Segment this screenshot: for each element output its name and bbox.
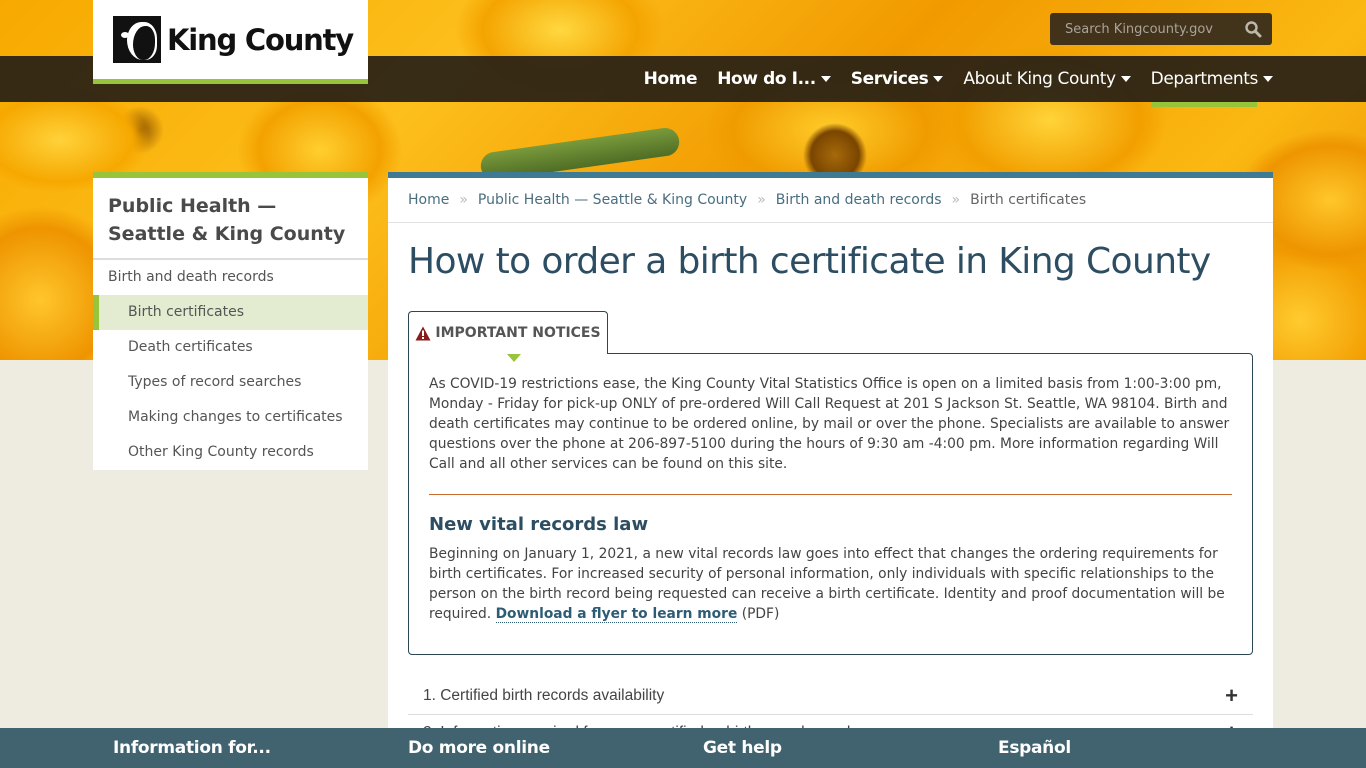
- tab-pointer-icon: [507, 354, 521, 362]
- breadcrumb-home[interactable]: Home: [408, 192, 449, 208]
- warning-icon: [415, 326, 431, 340]
- plus-icon: +: [1225, 683, 1238, 708]
- tab-important-notices[interactable]: IMPORTANT NOTICES: [408, 311, 608, 362]
- sidebar-item-making-changes[interactable]: Making changes to certificates: [93, 400, 368, 435]
- logo-text: King County: [167, 22, 354, 57]
- mlk-logo-icon: [113, 16, 161, 63]
- footer-information-for[interactable]: Information for...: [113, 738, 271, 758]
- notice-panel: As COVID-19 restrictions ease, the King …: [408, 353, 1253, 655]
- footer-do-more-online[interactable]: Do more online: [408, 738, 550, 758]
- breadcrumb-birth-and-death-records[interactable]: Birth and death records: [776, 192, 942, 208]
- breadcrumb-public-health[interactable]: Public Health — Seattle & King County: [478, 192, 747, 208]
- nav-how-do-i-label: How do I...: [717, 69, 816, 89]
- pdf-label: (PDF): [737, 606, 780, 622]
- caret-down-icon: [933, 76, 944, 82]
- chevron-double-right-icon: »: [459, 192, 468, 208]
- sidebar-item-birth-certificates[interactable]: Birth certificates: [93, 295, 368, 330]
- notice-divider: [429, 494, 1232, 495]
- chevron-double-right-icon: »: [951, 192, 961, 208]
- nav-services[interactable]: Services: [841, 56, 954, 102]
- search-icon[interactable]: [1244, 20, 1262, 38]
- accordion-label: 1. Certified birth records availability: [423, 687, 665, 704]
- caret-down-icon: [1263, 76, 1273, 82]
- nav-services-label: Services: [850, 69, 929, 89]
- breadcrumb: Home » Public Health — Seattle & King Co…: [388, 178, 1273, 223]
- chevron-double-right-icon: »: [757, 192, 766, 208]
- breadcrumb-current: Birth certificates: [970, 192, 1087, 208]
- caret-down-icon: [820, 76, 831, 82]
- caret-down-icon: [1120, 76, 1131, 82]
- sidebar-item-birth-and-death-records[interactable]: Birth and death records: [93, 260, 368, 295]
- accordion-item-certified-availability[interactable]: 1. Certified birth records availability …: [408, 678, 1253, 715]
- law-paragraph: Beginning on January 1, 2021, a new vita…: [429, 544, 1232, 624]
- footer-get-help[interactable]: Get help: [703, 738, 782, 758]
- footer-espanol[interactable]: Español: [998, 738, 1071, 758]
- notice-tab-label: IMPORTANT NOTICES: [435, 325, 601, 341]
- sidebar: Public Health — Seattle & King County Bi…: [93, 172, 368, 470]
- sidebar-item-death-certificates[interactable]: Death certificates: [93, 330, 368, 365]
- footer-bar: Information for... Do more online Get he…: [0, 728, 1366, 768]
- nav-home[interactable]: Home: [634, 56, 708, 102]
- search-input[interactable]: [1065, 21, 1244, 37]
- nav-home-label: Home: [643, 69, 698, 89]
- law-heading: New vital records law: [429, 514, 649, 535]
- nav-how-do-i[interactable]: How do I...: [707, 56, 841, 102]
- nav-departments[interactable]: Departments: [1141, 56, 1273, 107]
- covid-notice-text: As COVID-19 restrictions ease, the King …: [429, 376, 1230, 472]
- page-title: How to order a birth certificate in King…: [408, 241, 1211, 282]
- download-flyer-link[interactable]: Download a flyer to learn more: [495, 606, 738, 623]
- main-content: Home » Public Health — Seattle & King Co…: [388, 172, 1273, 768]
- search-box: [1050, 13, 1272, 45]
- sidebar-item-types-of-record-searches[interactable]: Types of record searches: [93, 365, 368, 400]
- sidebar-item-other-records[interactable]: Other King County records: [93, 435, 368, 470]
- king-county-logo[interactable]: King County: [93, 0, 368, 84]
- nav-about[interactable]: About King County: [953, 56, 1140, 102]
- nav-departments-label: Departments: [1150, 69, 1259, 89]
- nav-about-label: About King County: [963, 69, 1116, 89]
- sidebar-title[interactable]: Public Health — Seattle & King County: [93, 178, 368, 260]
- main-nav: Home How do I... Services About King Cou…: [634, 56, 1273, 107]
